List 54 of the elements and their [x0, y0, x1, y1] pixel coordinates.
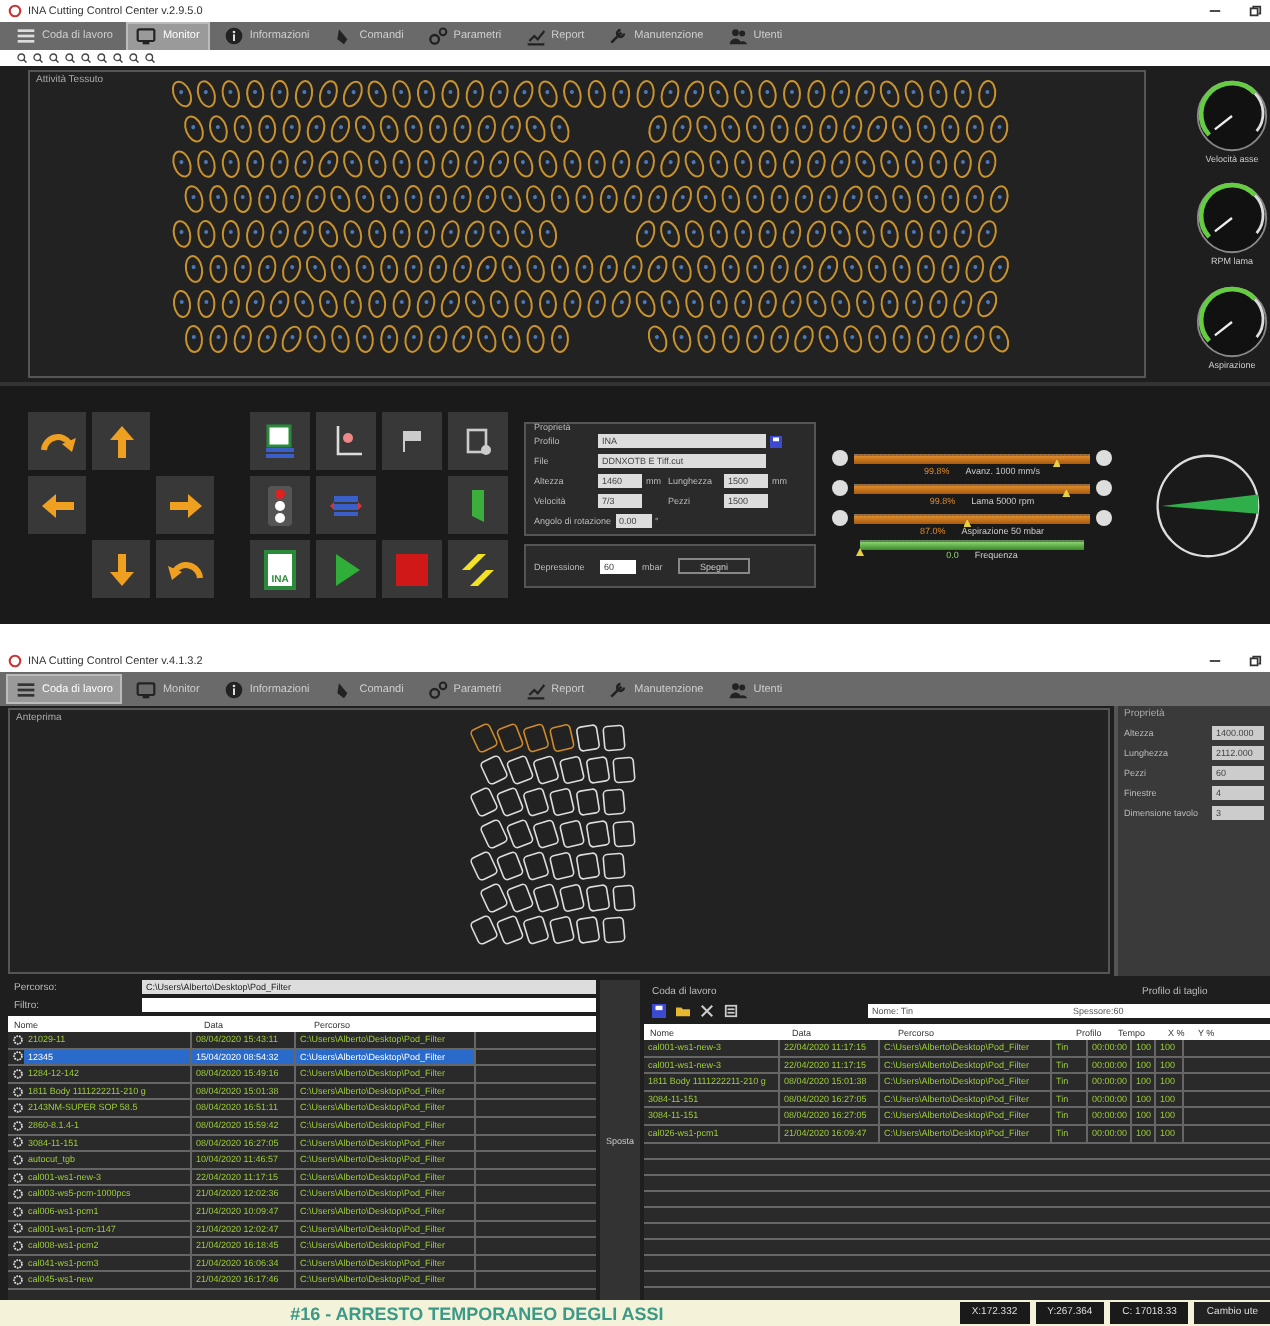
stripes-button[interactable] — [448, 540, 508, 598]
save-icon[interactable] — [652, 1004, 666, 1018]
gauge-drawing — [1194, 180, 1270, 257]
monitor-icon — [136, 679, 157, 699]
doc-button[interactable] — [448, 412, 508, 470]
monitor-icon — [136, 26, 157, 46]
gears-icon — [427, 679, 448, 699]
stop-icon — [392, 549, 432, 589]
info-icon — [223, 679, 244, 699]
folder-icon[interactable] — [676, 1004, 690, 1018]
move-button[interactable] — [92, 540, 150, 598]
move-button[interactable] — [92, 412, 150, 470]
chart-icon — [525, 679, 546, 699]
info-icon — [223, 26, 244, 46]
gears-icon — [427, 26, 448, 46]
wrench-icon — [608, 679, 629, 699]
slider-track[interactable] — [854, 513, 1090, 523]
app-icon — [8, 654, 22, 668]
slider-track[interactable] — [854, 453, 1090, 463]
chart-icon — [525, 26, 546, 46]
slider-thumb[interactable] — [1062, 489, 1071, 497]
move-button[interactable] — [28, 476, 86, 534]
flag-button[interactable] — [382, 412, 442, 470]
rotate-button[interactable] — [28, 412, 86, 470]
users-icon — [727, 26, 748, 46]
status-message: #16 - ARRESTO TEMPORANEO DEGLI ASSI — [288, 1303, 666, 1323]
play-button[interactable] — [316, 540, 376, 598]
wrench-icon — [608, 26, 629, 46]
slider-track[interactable] — [854, 483, 1090, 493]
restore-icon[interactable] — [1248, 654, 1262, 668]
gauge-drawing — [1194, 283, 1270, 360]
axes-button[interactable] — [316, 412, 376, 470]
search-icon[interactable] — [144, 52, 156, 64]
gauge-drawing — [1194, 78, 1270, 155]
users-icon — [727, 679, 748, 699]
document-icon — [260, 421, 300, 461]
file-edit-button[interactable] — [250, 412, 310, 470]
minimize-icon[interactable] — [1208, 4, 1222, 18]
bookmark-button[interactable] — [448, 476, 508, 534]
move-button[interactable] — [156, 476, 214, 534]
close-icon[interactable] — [700, 1004, 714, 1018]
stripes-icon — [458, 549, 498, 589]
slider-thumb[interactable] — [1052, 459, 1061, 467]
lights-button[interactable] — [250, 476, 310, 534]
restore-icon[interactable] — [1248, 4, 1262, 18]
minimize-icon[interactable] — [1208, 654, 1222, 668]
slider-thumb[interactable] — [963, 519, 972, 527]
save-icon[interactable] — [770, 435, 782, 447]
menu-list-icon — [16, 679, 36, 699]
filter-field[interactable] — [142, 998, 596, 1012]
rotate-button[interactable] — [156, 540, 214, 598]
app-icon — [8, 4, 22, 18]
menu-list-icon — [16, 26, 36, 46]
list-icon[interactable] — [724, 1004, 738, 1018]
